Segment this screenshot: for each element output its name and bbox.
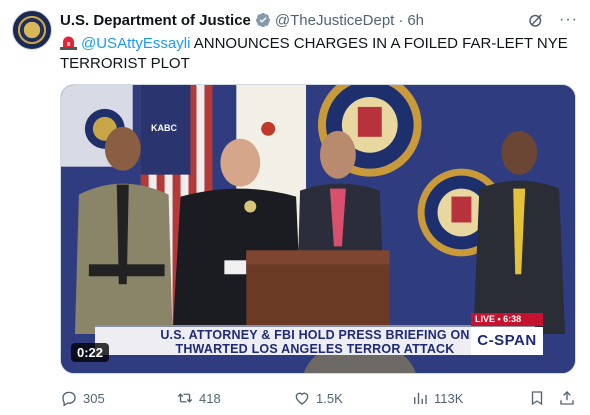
header-actions: ··· xyxy=(527,11,578,29)
reply-icon xyxy=(62,391,76,407)
bookmark-icon xyxy=(531,391,543,406)
views-icon xyxy=(414,392,427,404)
news-chyron: U.S. ATTORNEY & FBI HOLD PRESS BRIEFING … xyxy=(95,325,535,356)
more-icon[interactable]: ··· xyxy=(559,11,578,29)
chyron-line-2: THWARTED LOS ANGELES TERROR ATTACK xyxy=(175,342,455,356)
separator-dot: · xyxy=(398,11,404,29)
video-player[interactable]: KABC U.S. ATTORNEY & FBI HOLD PRESS BRIE… xyxy=(60,84,576,374)
siren-icon xyxy=(60,36,77,50)
like-button[interactable]: 1.5K xyxy=(293,389,343,407)
repost-icon xyxy=(177,393,193,403)
live-badge: LIVE • 6:38 xyxy=(471,313,543,326)
video-duration: 0:22 xyxy=(71,343,110,362)
repost-count: 418 xyxy=(199,390,221,406)
author-name[interactable]: U.S. Department of Justice xyxy=(60,12,251,29)
post-time[interactable]: 6h xyxy=(407,12,424,29)
station-bug: KABC xyxy=(151,123,177,133)
verified-badge-icon xyxy=(255,13,270,28)
mention-link[interactable]: @USAttyEssayli xyxy=(81,35,190,52)
reply-button[interactable]: 305 xyxy=(60,389,105,407)
views-button[interactable]: 113K xyxy=(411,389,463,407)
action-bar: 305 418 1.5K 113K xyxy=(60,388,575,408)
reply-count: 305 xyxy=(83,390,105,406)
share-icon xyxy=(560,391,574,405)
like-count: 1.5K xyxy=(316,390,343,406)
avatar[interactable] xyxy=(12,10,52,50)
author-handle[interactable]: @TheJusticeDept xyxy=(275,12,394,29)
bookmark-button[interactable] xyxy=(528,389,546,407)
tweet-text: @USAttyEssayli ANNOUNCES CHARGES IN A FO… xyxy=(60,34,575,74)
repost-button[interactable]: 418 xyxy=(176,389,221,407)
chyron-line-1: U.S. ATTORNEY & FBI HOLD PRESS BRIEFING … xyxy=(160,328,470,342)
tweet-header: U.S. Department of Justice @TheJusticeDe… xyxy=(60,10,578,30)
grok-icon[interactable] xyxy=(527,11,545,29)
share-button[interactable] xyxy=(558,389,576,407)
like-icon xyxy=(295,392,309,405)
cspan-logo: C-SPAN xyxy=(471,327,543,355)
views-count: 113K xyxy=(434,390,464,406)
tweet: U.S. Department of Justice @TheJusticeDe… xyxy=(0,0,590,415)
